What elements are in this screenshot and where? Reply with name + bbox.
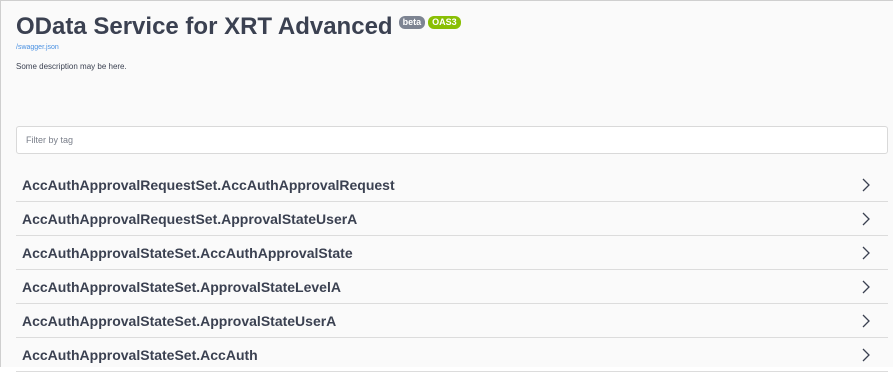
swagger-json-link[interactable]: /swagger.json — [16, 44, 883, 51]
chevron-right-icon[interactable] — [858, 279, 874, 295]
chevron-right-icon[interactable] — [858, 347, 874, 363]
tag-section-header[interactable]: AccAuthApprovalRequestSet.AccAuthApprova… — [16, 168, 888, 202]
api-description: Some description may be here. — [16, 62, 127, 71]
filter-by-tag-input[interactable] — [16, 126, 888, 154]
tag-label: AccAuthApprovalStateSet.AccAuth — [22, 346, 258, 363]
tag-list: AccAuthApprovalRequestSet.AccAuthApprova… — [16, 168, 888, 372]
chevron-right-icon[interactable] — [858, 211, 874, 227]
chevron-right-icon[interactable] — [858, 313, 874, 329]
tag-section-header[interactable]: AccAuthApprovalStateSet.ApprovalStateUse… — [16, 304, 888, 338]
tag-label: AccAuthApprovalRequestSet.ApprovalStateU… — [22, 210, 358, 227]
chevron-right-icon[interactable] — [858, 177, 874, 193]
swagger-ui-page: OData Service for XRT Advanced beta OAS3… — [0, 0, 893, 372]
version-badge: beta — [398, 16, 426, 29]
tag-section-header[interactable]: AccAuthApprovalStateSet.ApprovalStateLev… — [16, 270, 888, 304]
tag-label: AccAuthApprovalStateSet.AccAuthApprovalS… — [22, 244, 353, 261]
tag-label: AccAuthApprovalStateSet.ApprovalStateLev… — [22, 278, 341, 295]
title-row: OData Service for XRT Advanced beta OAS3 — [16, 13, 883, 41]
tag-section-header[interactable]: AccAuthApprovalStateSet.AccAuthApprovalS… — [16, 236, 888, 270]
chevron-right-icon[interactable] — [858, 245, 874, 261]
tag-label: AccAuthApprovalRequestSet.AccAuthApprova… — [22, 176, 395, 193]
page-title: OData Service for XRT Advanced — [16, 13, 393, 40]
tag-label: AccAuthApprovalStateSet.ApprovalStateUse… — [22, 312, 337, 329]
tag-section-header[interactable]: AccAuthApprovalRequestSet.ApprovalStateU… — [16, 202, 888, 236]
info-section: OData Service for XRT Advanced beta OAS3… — [16, 13, 883, 71]
spec-badge: OAS3 — [428, 16, 461, 29]
